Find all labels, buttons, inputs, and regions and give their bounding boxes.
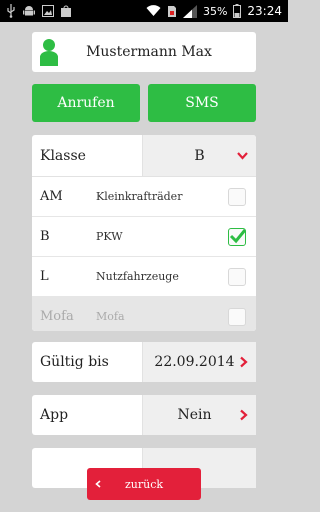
- android-icon: [23, 6, 35, 16]
- app-value: Nein: [177, 407, 212, 423]
- option-code: Mofa: [40, 309, 74, 324]
- option-checkbox[interactable]: [228, 267, 246, 286]
- image-icon: [42, 5, 54, 17]
- sms-button[interactable]: SMS: [148, 84, 256, 122]
- wifi-icon: [146, 5, 161, 16]
- sim-card-icon: [167, 5, 176, 17]
- license-class-selector[interactable]: Klasse B: [32, 135, 256, 177]
- shopping-bag-icon: [61, 5, 71, 17]
- app-row[interactable]: App Nein: [32, 395, 256, 435]
- app-label: App: [40, 407, 69, 423]
- option-code: L: [40, 269, 49, 284]
- battery-percent: 35%: [202, 4, 228, 18]
- license-class-selected: B: [194, 147, 205, 164]
- valid-until-row[interactable]: Gültig bis 22.09.2014: [32, 342, 256, 382]
- option-code: B: [40, 229, 50, 244]
- chevron-right-icon: [240, 409, 248, 421]
- status-bar: 35% 23:24: [0, 0, 288, 22]
- app-value-cell[interactable]: Nein: [142, 395, 256, 435]
- option-checkbox[interactable]: [228, 187, 246, 206]
- status-bar-left: [6, 4, 72, 18]
- usb-icon: [7, 4, 15, 18]
- option-checkbox[interactable]: [228, 307, 246, 326]
- license-class-card: Klasse B AM Kleinkrafträder B PKW L Nutz…: [32, 135, 256, 331]
- license-class-dropdown[interactable]: B: [142, 135, 256, 176]
- option-checkbox[interactable]: [228, 227, 247, 246]
- chevron-left-icon: [95, 480, 101, 488]
- license-class-option-b[interactable]: B PKW: [32, 217, 256, 257]
- person-icon: [40, 39, 58, 66]
- chevron-right-icon: [240, 356, 248, 368]
- valid-until-label: Gültig bis: [40, 354, 109, 370]
- main-content: Mustermann Max Anrufen SMS Klasse B AM K…: [0, 22, 288, 512]
- option-description: Mofa: [96, 310, 125, 323]
- status-time: 23:24: [247, 4, 282, 18]
- battery-icon: [233, 4, 242, 18]
- license-class-label: Klasse: [40, 147, 86, 164]
- license-class-option-am[interactable]: AM Kleinkrafträder: [32, 177, 256, 217]
- license-class-option-mofa[interactable]: Mofa Mofa: [32, 297, 256, 331]
- contact-name: Mustermann Max: [86, 44, 212, 60]
- option-description: Nutzfahrzeuge: [96, 270, 179, 283]
- call-button[interactable]: Anrufen: [32, 84, 140, 122]
- valid-until-value-cell[interactable]: 22.09.2014: [142, 342, 256, 382]
- contact-card[interactable]: Mustermann Max: [32, 32, 256, 72]
- status-bar-right: 35% 23:24: [146, 4, 282, 18]
- chevron-down-icon: [237, 151, 248, 160]
- option-description: PKW: [96, 230, 123, 243]
- option-description: Kleinkrafträder: [96, 190, 183, 203]
- license-class-option-l[interactable]: L Nutzfahrzeuge: [32, 257, 256, 297]
- option-code: AM: [40, 189, 63, 204]
- back-button[interactable]: zurück: [87, 468, 201, 500]
- signal-icon: [182, 4, 197, 18]
- valid-until-value: 22.09.2014: [154, 354, 235, 370]
- checkmark-icon: [229, 228, 247, 243]
- back-button-label: zurück: [124, 477, 164, 491]
